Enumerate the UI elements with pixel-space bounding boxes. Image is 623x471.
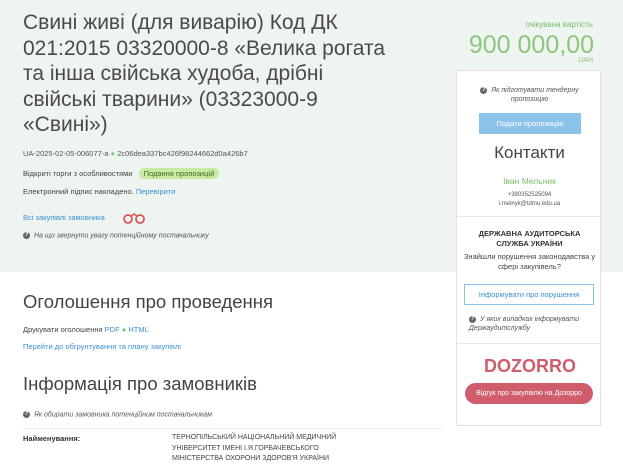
divider <box>23 428 443 429</box>
procurement-plan-link[interactable]: Перейти до обгрунтування та плану закупі… <box>23 342 181 351</box>
dozorro-logo-text: DOZORRO <box>485 356 575 376</box>
print-announcement-line: Друкувати оголошення PDF ● HTML <box>23 325 149 334</box>
customers-section-title: Інформація про замовників <box>23 373 257 394</box>
signature-line: Електронний підпис накладено. Перевірити <box>23 187 175 196</box>
audit-service-title: ДЕРЖАВНА АУДИТОРСЬКА СЛУЖБА УКРАЇНИ <box>478 229 581 248</box>
procedure-type: Відкриті торги з особливостями <box>23 169 133 178</box>
choose-customer-hint[interactable]: ? Як обирати замовника потенційним постач… <box>23 411 212 418</box>
customer-name-label: Найменування: <box>23 434 81 443</box>
separator-dot: ● <box>110 149 116 158</box>
dozorro-logo: DOZORRO <box>457 355 602 382</box>
handcuffs-icon[interactable] <box>122 211 146 229</box>
customer-name-value: ТЕРНОПІЛЬСЬКИЙ НАЦІОНАЛЬНИЙ МЕДИЧНИЙ УНІ… <box>172 434 337 462</box>
tender-identifiers: UA-2025-02-05-006077-a ● 2c06dea337bc426… <box>23 149 248 158</box>
contacts-title: Контакти <box>494 143 565 162</box>
question-circle-icon: ? <box>469 315 476 323</box>
prepare-proposal-hint-text: Як підготувати тендерну пропозицію <box>491 87 579 103</box>
when-to-inform-hint-text: У яких випадках інформувати Держаудитслу… <box>469 316 579 332</box>
attention-hint-text: На що звернути увагу потенційному постач… <box>34 232 209 240</box>
submit-proposal-button[interactable]: Подати пропозицію <box>479 113 581 134</box>
question-circle-icon: ? <box>480 86 488 94</box>
currency-label: UAH <box>578 57 593 64</box>
expected-value-amount: 900 000,00 <box>468 31 594 59</box>
verify-signature-link[interactable]: Перевірити <box>136 187 176 196</box>
divider <box>457 343 602 344</box>
when-to-inform-hint[interactable]: ? У яких випадках інформувати Держаудитсл… <box>467 315 595 333</box>
status-badge: Подання пропозицій <box>138 168 220 179</box>
tender-id: UA-2025-02-05-006077-a <box>23 149 109 158</box>
choose-customer-hint-text: Як обирати замовника потенційним постача… <box>34 411 212 419</box>
question-circle-icon: ? <box>23 411 30 418</box>
dozorro-feedback-button[interactable]: Відгук про закупівлю на Дозорро <box>465 383 593 404</box>
attention-hint[interactable]: ? На що звернути увагу потенційному поста… <box>23 232 209 239</box>
question-circle-icon: ? <box>23 232 30 239</box>
procedure-line: Відкриті торги з особливостями Подання п… <box>23 168 220 179</box>
print-announcement-label: Друкувати оголошення <box>23 325 103 334</box>
violation-question: Знайшли порушення законодавства у сфері … <box>463 252 596 271</box>
divider <box>457 216 602 217</box>
contact-phone: +380352525094 <box>507 192 552 198</box>
all-customer-purchases-link[interactable]: Всі закупівлі замовника <box>23 213 105 222</box>
tender-title: Свині живі (для виварію) Код ДК 021:2015… <box>23 11 386 136</box>
print-pdf-link[interactable]: PDF <box>105 325 120 334</box>
tender-hash: 2c06dea337bc426f98244662d0a426b7 <box>117 149 248 158</box>
contact-email[interactable]: i.melnyk@tdmu.edu.ua <box>457 201 602 207</box>
signature-text: Електронний підпис накладено. <box>23 187 134 196</box>
announcement-section-title: Оголошення про проведення <box>23 291 273 312</box>
inform-violation-button[interactable]: Інформувати про порушення <box>464 284 594 305</box>
print-html-link[interactable]: HTML <box>128 325 148 334</box>
side-panel: ? Як підготувати тендерну пропозицію Пода… <box>456 70 602 426</box>
prepare-proposal-hint[interactable]: ? Як підготувати тендерну пропозицію <box>457 86 602 104</box>
contact-name: Іван Мельник <box>503 176 556 186</box>
expected-value-label: очікувана вартість <box>525 20 593 29</box>
separator-dot: ● <box>121 325 127 334</box>
